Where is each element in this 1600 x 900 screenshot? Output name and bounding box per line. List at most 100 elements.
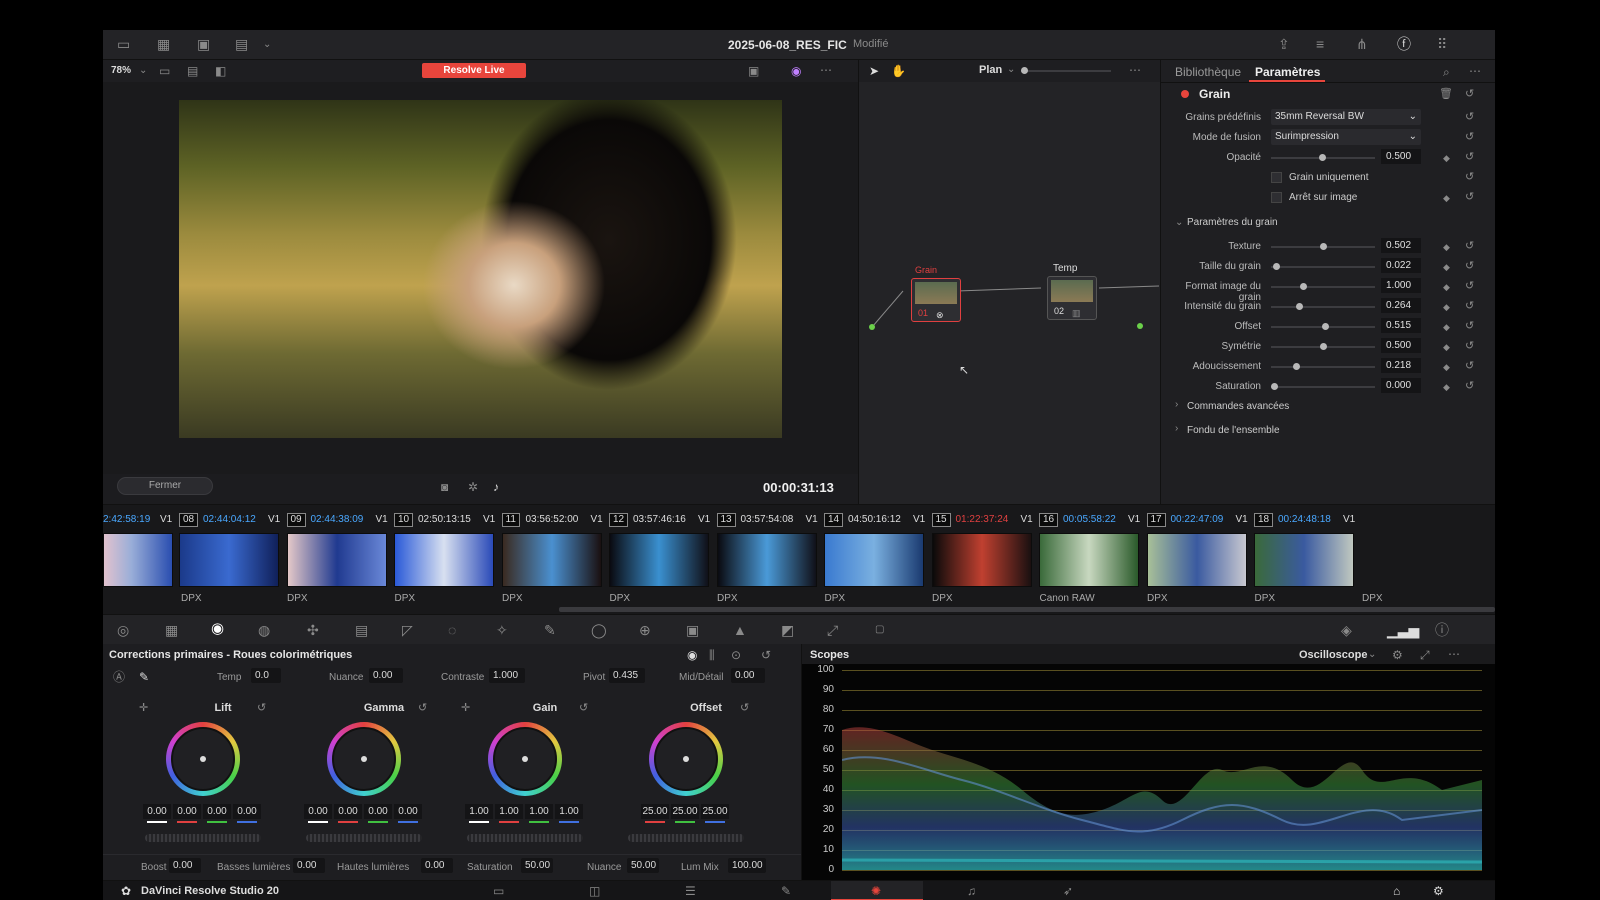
settings-gear-icon[interactable]: ⚙: [1433, 884, 1444, 898]
reset-icon[interactable]: ↺: [1465, 319, 1474, 333]
rgb-mixer-icon[interactable]: ✣: [307, 623, 319, 637]
trash-icon[interactable]: 🗑: [1439, 87, 1453, 101]
advanced-section-header[interactable]: Commandes avancées: [1187, 401, 1289, 412]
expand-icon[interactable]: ⤢: [1420, 648, 1430, 662]
reset-icon[interactable]: ↺: [1465, 190, 1474, 204]
param-slider[interactable]: [1271, 363, 1375, 370]
wheel-value[interactable]: 0.00: [334, 804, 362, 819]
wheels-mode-icon[interactable]: ◉: [687, 648, 697, 662]
clip-thumbnail[interactable]: [179, 533, 279, 587]
mode-chevron-icon[interactable]: ⌄: [1007, 63, 1015, 77]
clip-thumbnail[interactable]: [716, 533, 817, 587]
color-wheel[interactable]: [327, 722, 401, 796]
clips-icon[interactable]: ▤: [235, 37, 248, 51]
more-icon[interactable]: ⋯: [1448, 647, 1460, 661]
search-icon[interactable]: ⌕: [1443, 65, 1450, 79]
clip-thumbnail[interactable]: [824, 533, 924, 587]
temp-value[interactable]: 0.0: [251, 668, 281, 683]
node-temp[interactable]: 02 ▥: [1047, 276, 1097, 320]
effect-enable-toggle[interactable]: [1181, 90, 1189, 98]
reset-icon[interactable]: ↺: [1465, 130, 1474, 144]
param-slider[interactable]: [1271, 383, 1375, 390]
keyframe-icon[interactable]: ◆: [1443, 280, 1450, 294]
clip-thumbnail[interactable]: [103, 533, 173, 587]
gear-small-icon[interactable]: ✲: [468, 480, 478, 494]
param-knob[interactable]: [1322, 323, 1329, 330]
clip-thumbnail[interactable]: [1146, 533, 1247, 587]
curves-icon[interactable]: ◸: [402, 623, 413, 637]
fairlight-page-icon[interactable]: ♫: [967, 884, 976, 898]
wheel-value[interactable]: 0.00: [203, 804, 231, 819]
wheel-value[interactable]: 0.00: [304, 804, 332, 819]
reset-icon[interactable]: ↺: [418, 701, 427, 715]
viewer-options-icon[interactable]: ▣: [748, 64, 759, 78]
color-wheel[interactable]: [166, 722, 240, 796]
chevron-right-icon[interactable]: ›: [1175, 422, 1178, 436]
color-wheel[interactable]: [488, 722, 562, 796]
layout-compare-icon[interactable]: ◧: [215, 64, 226, 78]
picker-icon[interactable]: ✎: [139, 670, 149, 684]
bottom-param-value[interactable]: 0.00: [293, 858, 325, 873]
wheel-value[interactable]: 1.00: [495, 804, 523, 819]
wheel-puck[interactable]: [361, 756, 367, 762]
pointer-icon[interactable]: ➤: [869, 64, 879, 78]
more-icon[interactable]: ⋯: [1469, 64, 1481, 78]
master-wheel[interactable]: [467, 834, 583, 842]
wheel-value[interactable]: 0.00: [394, 804, 422, 819]
deliver-page-icon[interactable]: ➶: [1063, 884, 1073, 898]
middetail-value[interactable]: 0.00: [731, 668, 765, 683]
reset-icon[interactable]: ↺: [1465, 359, 1474, 373]
param-value[interactable]: 0.500: [1381, 338, 1421, 353]
zoom-knob[interactable]: [1021, 67, 1028, 74]
auto-balance-icon[interactable]: Ⓐ: [113, 670, 125, 684]
tab-library[interactable]: Bibliothèque: [1175, 65, 1241, 79]
wheel-value[interactable]: 1.00: [525, 804, 553, 819]
param-slider[interactable]: [1271, 343, 1375, 350]
color-match-icon[interactable]: ▦: [165, 623, 178, 637]
param-knob[interactable]: [1320, 243, 1327, 250]
node-tree-icon[interactable]: ⋔: [1356, 37, 1368, 51]
reset-icon[interactable]: ↺: [1465, 259, 1474, 273]
clip-thumbnail[interactable]: [1254, 533, 1354, 587]
reset-icon[interactable]: ↺: [761, 648, 771, 662]
reset-icon[interactable]: ↺: [1465, 150, 1474, 164]
chevron-down-icon[interactable]: ⌄: [1175, 216, 1183, 230]
mixer-icon[interactable]: ≡: [1316, 37, 1324, 51]
scopes-icon[interactable]: ▁▃▅: [1387, 623, 1419, 637]
param-slider[interactable]: [1271, 263, 1375, 270]
reset-icon[interactable]: ↺: [740, 701, 749, 715]
wheel-value[interactable]: 0.00: [173, 804, 201, 819]
bottom-param-value[interactable]: 100.00: [728, 858, 766, 873]
opacity-knob[interactable]: [1319, 154, 1326, 161]
wheel-puck[interactable]: [200, 756, 206, 762]
color-warper-icon[interactable]: ◌: [448, 623, 456, 637]
info-icon[interactable]: ⓘ: [1435, 623, 1449, 637]
contrast-value[interactable]: 1.000: [489, 668, 525, 683]
crosshair-icon[interactable]: ✛: [139, 701, 148, 715]
bottom-param-value[interactable]: 0.00: [421, 858, 453, 873]
param-value[interactable]: 0.218: [1381, 358, 1421, 373]
param-value[interactable]: 1.000: [1381, 278, 1421, 293]
zoom-level[interactable]: 78%: [111, 65, 131, 76]
wheel-value[interactable]: 1.00: [555, 804, 583, 819]
export-icon[interactable]: ⇪: [1278, 37, 1290, 51]
node-more-icon[interactable]: ⋯: [1129, 63, 1141, 77]
node-grain[interactable]: 01 ⊗: [911, 278, 961, 322]
more-icon[interactable]: ⋯: [820, 63, 832, 77]
chevron-down-icon[interactable]: ⌄: [1368, 648, 1376, 662]
keyframe-icon[interactable]: ◆: [1443, 151, 1450, 165]
wheel-value[interactable]: 1.00: [465, 804, 493, 819]
param-knob[interactable]: [1273, 263, 1280, 270]
grid-icon[interactable]: ⠿: [1437, 37, 1447, 51]
clip-thumbnail[interactable]: [1039, 533, 1139, 587]
color-page-tab[interactable]: ✺: [831, 881, 923, 900]
color-wheels-icon[interactable]: ◉: [211, 621, 224, 636]
reset-icon[interactable]: ↺: [579, 701, 588, 715]
master-wheel[interactable]: [145, 834, 261, 842]
param-slider[interactable]: [1271, 283, 1375, 290]
wheel-value[interactable]: 0.00: [233, 804, 261, 819]
hdr-icon[interactable]: ◍: [258, 623, 270, 637]
keyframe-icon[interactable]: ◆: [1443, 300, 1450, 314]
grain-only-checkbox[interactable]: [1271, 172, 1282, 183]
layout-single-icon[interactable]: ▭: [159, 64, 170, 78]
